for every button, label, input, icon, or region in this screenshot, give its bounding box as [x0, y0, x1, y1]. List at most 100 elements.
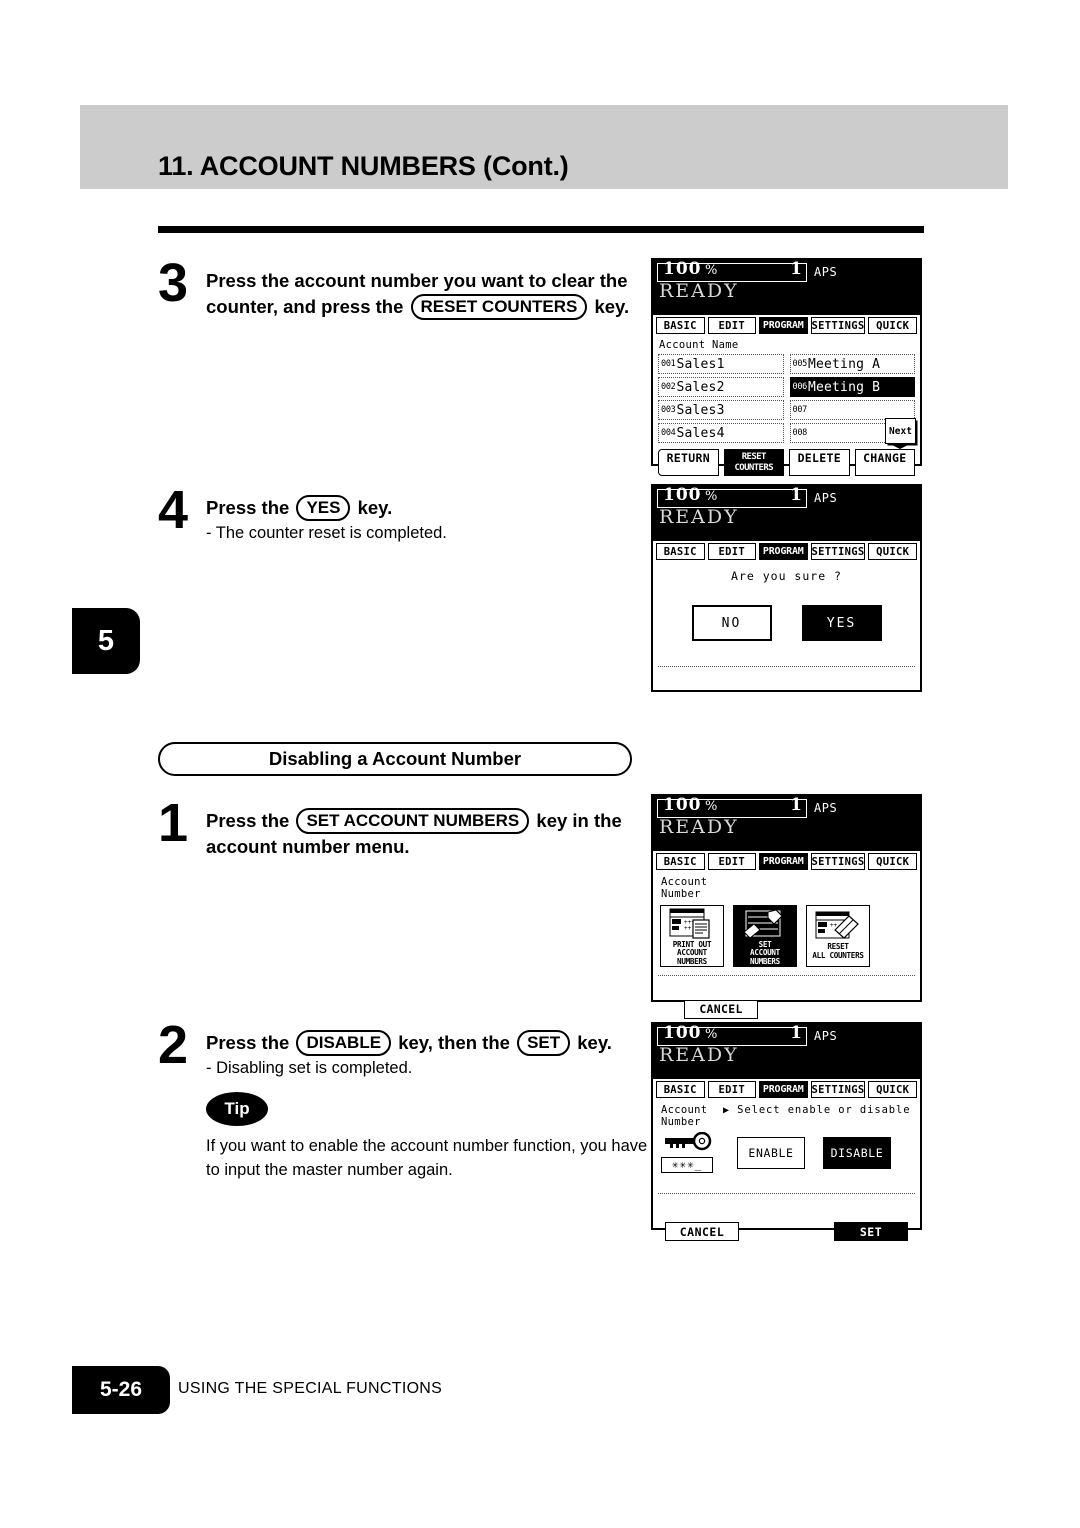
lcd1-tab-settings[interactable]: SETTINGS — [810, 317, 866, 335]
account-name: Meeting A — [807, 356, 881, 372]
page-title: 11. ACCOUNT NUMBERS (Cont.) — [158, 151, 569, 181]
lcd4-account-number-label: Account Number — [661, 1104, 723, 1128]
lcd4-status-bar: 100 % 1 APS READY — [653, 1024, 920, 1078]
step-2-instruction: Press the DISABLE key, then the SET key. — [206, 1030, 658, 1057]
confirm-button-row: NO YES — [653, 583, 920, 642]
lcd4-tab-basic[interactable]: BASIC — [656, 1081, 705, 1099]
lcd1-tab-program[interactable]: PROGRAM — [759, 317, 808, 335]
no-button[interactable]: NO — [691, 605, 772, 642]
lcd4-copy-count: 1 — [790, 1023, 802, 1043]
account-entry-selected[interactable]: 006 Meeting B — [789, 377, 915, 398]
step-2-number: 2 — [158, 1015, 189, 1075]
lcd1-tab-basic[interactable]: BASIC — [656, 317, 705, 335]
step-2-mid: key, then the — [398, 1032, 510, 1053]
lcd4-tab-settings[interactable]: SETTINGS — [810, 1081, 866, 1099]
set-account-numbers-button[interactable]: SET ACCOUNT NUMBERS — [733, 905, 797, 968]
change-button[interactable]: CHANGE — [854, 449, 915, 476]
print-out-account-numbers-button[interactable]: +++ ++ PRINT OUT ACCOUNT NUMBERS — [660, 905, 724, 968]
lcd4-ready-text: READY — [659, 1044, 739, 1066]
account-name: Sales4 — [676, 425, 725, 441]
lcd4-tab-row: BASIC EDIT PROGRAM SETTINGS QUICK — [653, 1078, 920, 1102]
key-icon — [665, 1131, 712, 1151]
lcd3-tab-edit[interactable]: EDIT — [707, 853, 756, 871]
step-1-line2: account number menu. — [206, 836, 410, 858]
lcd1-tab-quick[interactable]: QUICK — [868, 317, 917, 335]
account-index: 007 — [792, 405, 808, 416]
header-divider-rule — [158, 226, 924, 233]
lcd4-tab-edit[interactable]: EDIT — [707, 1081, 756, 1099]
step-1-pre: Press the — [206, 810, 290, 831]
account-index: 001 — [661, 359, 676, 370]
lcd4-body: Account Number ▶ Select enable or disabl… — [653, 1101, 920, 1219]
reset-counters-keycap: RESET COUNTERS — [410, 294, 588, 321]
lcd2-separator — [658, 666, 915, 668]
section-heading-disabling-account-number: Disabling a Account Number — [158, 742, 632, 776]
set-keycap: SET — [517, 1030, 571, 1057]
lcd1-status-bar: 100 % 1 APS READY — [653, 260, 920, 314]
step-2-pre: Press the — [206, 1032, 290, 1053]
lcd3-label-line1: Account — [661, 876, 708, 889]
lcd2-tab-edit[interactable]: EDIT — [707, 543, 756, 561]
footer-page-number: 5-26 — [72, 1366, 170, 1414]
reset-counters-button[interactable]: RESET COUNTERS — [723, 449, 784, 476]
account-entry[interactable]: 002 Sales2 — [658, 377, 784, 398]
delete-button[interactable]: DELETE — [789, 449, 850, 476]
return-button[interactable]: RETURN — [658, 449, 719, 476]
step-3-line2a: counter, and press the — [206, 296, 404, 318]
step-2: 2 Press the DISABLE key, then the SET ke… — [158, 1018, 658, 1183]
lcd4-tab-program[interactable]: PROGRAM — [759, 1081, 808, 1099]
lcd3-tab-basic[interactable]: BASIC — [656, 853, 705, 871]
lcd1-account-name-label: Account Name — [659, 339, 739, 352]
lcd2-tab-quick[interactable]: QUICK — [868, 543, 917, 561]
account-entry[interactable]: 004 Sales4 — [658, 423, 784, 444]
lcd2-aps-label: APS — [814, 491, 838, 505]
step-4-note: - The counter reset is completed. — [206, 524, 447, 543]
account-entry[interactable]: 003 Sales3 — [658, 400, 784, 421]
lcd2-tab-settings[interactable]: SETTINGS — [810, 543, 866, 561]
yes-button[interactable]: YES — [801, 605, 882, 642]
lcd3-tab-program[interactable]: PROGRAM — [759, 853, 808, 871]
lcd1-ready-text: READY — [659, 280, 739, 302]
footer-section-label: USING THE SPECIAL FUNCTIONS — [178, 1380, 443, 1397]
step-3-line1: Press the account number you want to cle… — [206, 270, 628, 291]
lcd-screen-account-number-menu: 100 % 1 APS READY BASIC EDIT PROGRAM SET… — [651, 794, 922, 1019]
lcd2-tab-row: BASIC EDIT PROGRAM SETTINGS QUICK — [653, 540, 920, 564]
account-entry[interactable]: 001 Sales1 — [658, 354, 784, 375]
step-3-line2b: key. — [594, 296, 630, 318]
lcd2-tab-program[interactable]: PROGRAM — [759, 543, 808, 561]
account-name: Sales1 — [676, 356, 725, 372]
disable-button[interactable]: DISABLE — [823, 1136, 891, 1169]
next-page-button[interactable]: Next — [885, 418, 916, 450]
lcd3-aps-label: APS — [814, 801, 838, 815]
lcd1-tab-edit[interactable]: EDIT — [707, 317, 756, 335]
lcd1-account-column-left: 001 Sales1 002 Sales2 003 Sales3 004 Sal… — [658, 354, 784, 446]
cancel-button[interactable]: CANCEL — [684, 1000, 758, 1019]
account-index: 004 — [661, 428, 676, 439]
lcd2-zoom-ratio: 100 — [663, 485, 702, 505]
lcd3-tab-settings[interactable]: SETTINGS — [810, 853, 866, 871]
tip-text: If you want to enable the account number… — [206, 1137, 648, 1180]
svg-text:++: ++ — [684, 925, 692, 932]
account-entry[interactable]: 005 Meeting A — [789, 354, 915, 375]
lcd3-body: Account Number +++ ++ PRINT OUT ACCOUNT … — [653, 873, 920, 998]
yes-keycap: YES — [296, 495, 351, 522]
lcd4-tab-quick[interactable]: QUICK — [868, 1081, 917, 1099]
set-button[interactable]: SET — [834, 1222, 908, 1242]
lcd2-status-bar: 100 % 1 APS READY — [653, 486, 920, 540]
cancel-button[interactable]: CANCEL — [665, 1222, 739, 1242]
confirm-message: Are you sure ? — [731, 569, 842, 584]
lcd2-tab-basic[interactable]: BASIC — [656, 543, 705, 561]
reset-all-counters-button[interactable]: ++ RESET ALL COUNTERS — [806, 905, 870, 968]
step-1-post: key in the — [536, 810, 622, 831]
lcd4-prompt: ▶ Select enable or disable — [723, 1104, 910, 1128]
account-index: 008 — [792, 428, 808, 439]
reset-all-counters-icon: ++ — [815, 908, 861, 943]
lcd4-percent-sign: % — [705, 1027, 718, 1042]
lcd1-copy-count: 1 — [790, 259, 802, 279]
lcd1-zoom-ratio: 100 — [663, 259, 702, 279]
lcd3-percent-sign: % — [705, 799, 718, 814]
lcd3-tab-quick[interactable]: QUICK — [868, 853, 917, 871]
enable-button[interactable]: ENABLE — [737, 1136, 805, 1169]
lcd4-label-line1: Account — [661, 1104, 708, 1117]
lcd3-account-number-label: Account Number — [653, 873, 920, 901]
